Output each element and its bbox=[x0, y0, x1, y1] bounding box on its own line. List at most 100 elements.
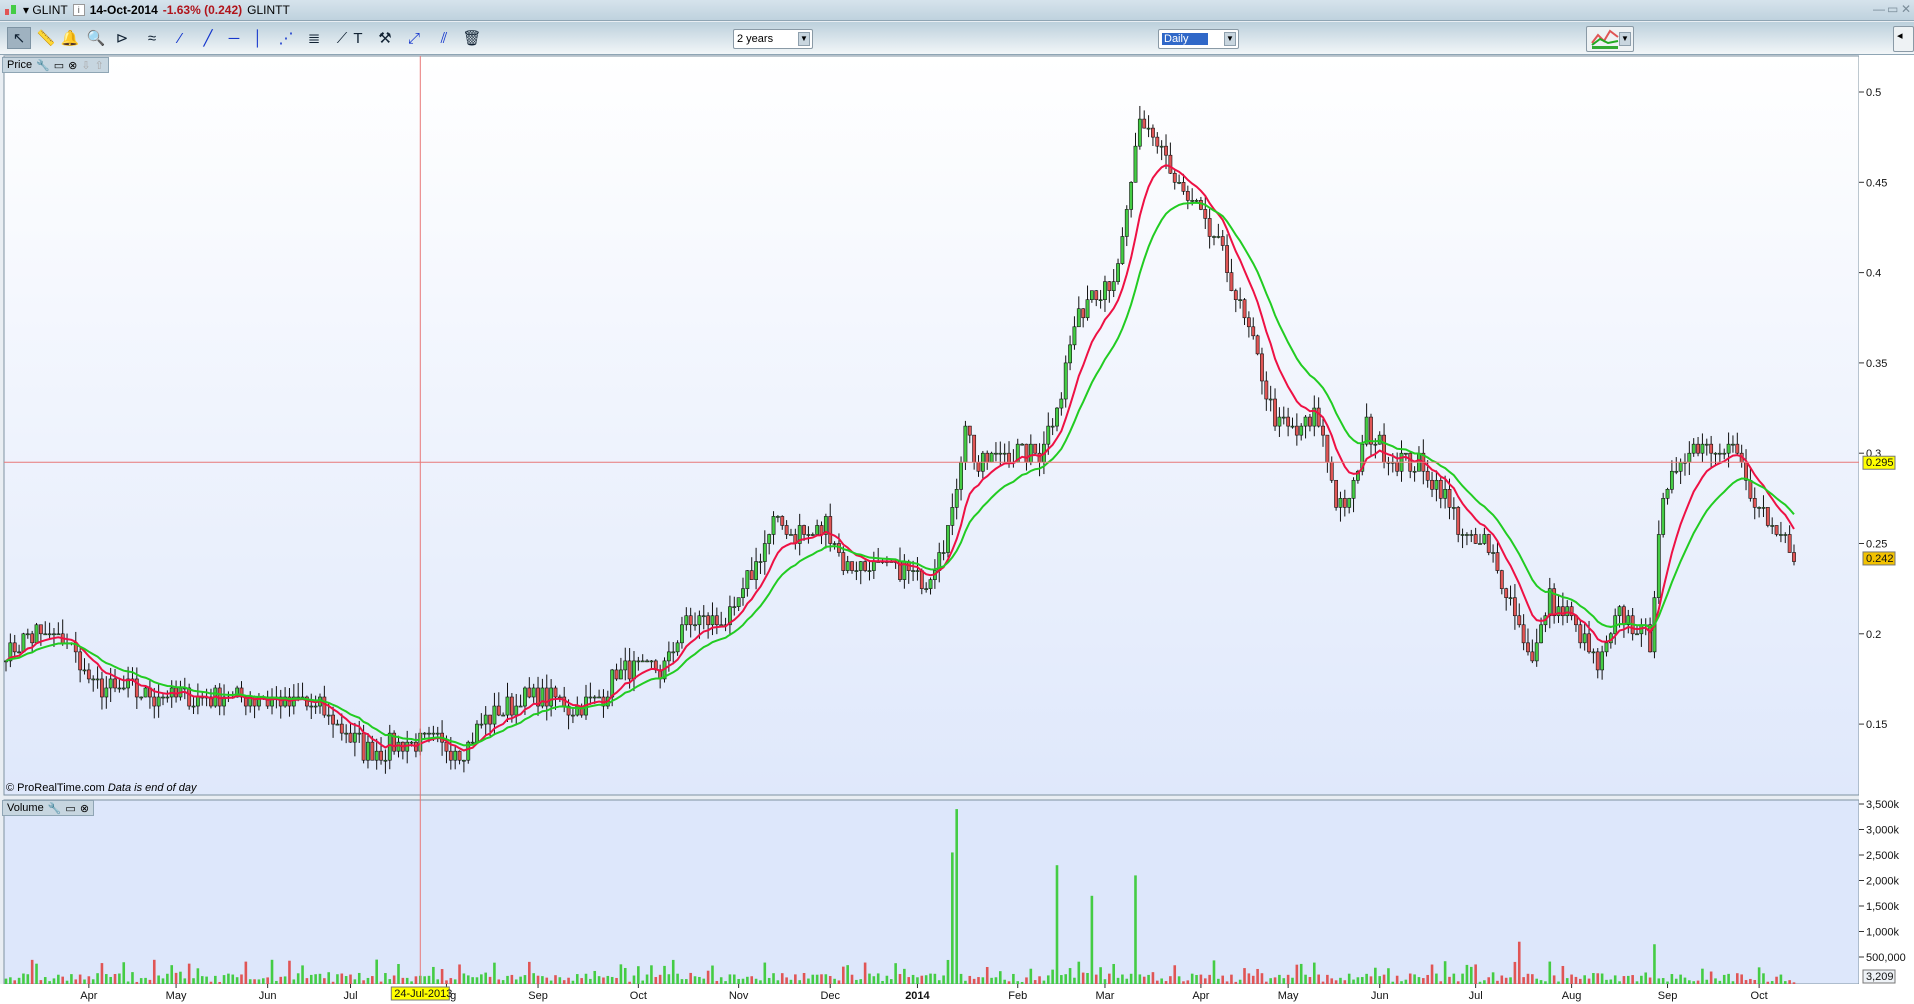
month-label: Oct bbox=[630, 990, 647, 1002]
volume-bar bbox=[532, 973, 535, 984]
candle-body bbox=[1268, 398, 1273, 401]
volume-bar bbox=[859, 979, 863, 984]
vertical-line-icon[interactable]: │ bbox=[246, 27, 270, 49]
candle-body bbox=[100, 678, 104, 698]
volume-bar bbox=[1696, 980, 1700, 984]
period-select[interactable]: 2 years ▼ bbox=[733, 29, 813, 49]
window-icon[interactable]: ▭ bbox=[54, 59, 64, 72]
volume-bar bbox=[318, 973, 322, 984]
candle-body bbox=[1377, 434, 1382, 445]
volume-panel bbox=[3, 799, 1860, 985]
ticker-dropdown[interactable]: ▾ GLINT bbox=[23, 3, 68, 17]
window-icon[interactable]: ▭ bbox=[65, 802, 75, 815]
volume-bar bbox=[759, 980, 762, 984]
candle-body bbox=[523, 687, 527, 707]
month-label: Jul bbox=[343, 990, 357, 1002]
minimize-icon[interactable]: — bbox=[1873, 2, 1885, 16]
volume-bar bbox=[990, 977, 993, 984]
candle-body bbox=[1181, 182, 1186, 192]
volume-bar bbox=[999, 971, 1002, 984]
volume-bar bbox=[1792, 982, 1796, 984]
volume-bar bbox=[235, 977, 239, 984]
channel-icon[interactable]: ≈ bbox=[140, 27, 164, 49]
price-panel-header: Price 🔧 ▭ ⊗ ⇩ ⇧ bbox=[2, 57, 109, 73]
alert-bell-icon[interactable]: 🔔 bbox=[58, 27, 82, 49]
candle-body bbox=[156, 696, 161, 707]
line-icon[interactable]: ╱ bbox=[196, 27, 220, 49]
candle-body bbox=[1111, 281, 1116, 291]
candle-body bbox=[1617, 606, 1622, 617]
close-icon[interactable]: ✕ bbox=[1901, 2, 1911, 16]
candle-body bbox=[1273, 398, 1277, 427]
candle-body bbox=[1735, 443, 1740, 454]
candle-body bbox=[1194, 200, 1199, 202]
volume-bar bbox=[1517, 941, 1521, 984]
candle-body bbox=[1430, 479, 1434, 490]
volume-bar bbox=[855, 979, 858, 984]
measure-icon[interactable]: ⤢ bbox=[402, 27, 426, 49]
candle-body bbox=[592, 696, 597, 699]
month-label: Sep bbox=[1658, 990, 1678, 1002]
text-icon[interactable]: T bbox=[346, 27, 370, 49]
candle-body bbox=[544, 687, 549, 707]
candle-body bbox=[976, 461, 981, 472]
candle-body bbox=[518, 705, 523, 708]
move-down-icon[interactable]: ⇩ bbox=[81, 59, 90, 72]
candle-body bbox=[1486, 534, 1491, 553]
wrench-icon[interactable]: 🔧 bbox=[36, 59, 50, 72]
volume-bar bbox=[1073, 977, 1076, 984]
candle-body bbox=[335, 723, 340, 726]
close-panel-icon[interactable]: ⊗ bbox=[80, 802, 89, 815]
volume-bar bbox=[964, 980, 967, 984]
volume-bar bbox=[597, 976, 601, 984]
volume-tick-label: 2,000k bbox=[1866, 876, 1900, 888]
candle-body bbox=[810, 534, 815, 536]
volume-bar bbox=[846, 965, 849, 984]
candle-body bbox=[623, 660, 628, 671]
fibonacci-icon[interactable]: ≣ bbox=[302, 27, 326, 49]
candle-body bbox=[409, 741, 414, 744]
volume-bar bbox=[820, 974, 823, 984]
candle-body bbox=[850, 561, 854, 571]
zoom-icon[interactable]: 🔍 bbox=[84, 27, 108, 49]
parallel-icon[interactable]: ⫽ bbox=[432, 27, 456, 49]
candle-body bbox=[571, 714, 575, 717]
trash-icon[interactable]: 🗑 bbox=[460, 27, 484, 49]
volume-bar bbox=[741, 978, 745, 984]
volume-bar bbox=[1347, 973, 1351, 984]
candle-body bbox=[1207, 218, 1212, 237]
candle-body bbox=[1007, 452, 1011, 463]
volume-bar bbox=[615, 977, 618, 984]
volume-bar bbox=[1613, 975, 1617, 984]
move-up-icon[interactable]: ⇧ bbox=[95, 59, 104, 72]
month-label: Apr bbox=[80, 990, 97, 1002]
volume-bar bbox=[432, 966, 435, 984]
wrench-icon[interactable]: 🔧 bbox=[48, 802, 62, 815]
pointer-icon[interactable]: ↖ bbox=[7, 27, 31, 49]
restore-icon[interactable]: ▭ bbox=[1887, 2, 1898, 16]
volume-bar bbox=[632, 975, 636, 984]
interval-select[interactable]: Daily ▼ bbox=[1158, 29, 1239, 49]
candle-body bbox=[313, 705, 318, 708]
candle-body bbox=[789, 534, 793, 536]
triangle-pattern-icon[interactable]: ⊳ bbox=[110, 27, 134, 49]
indicators-button[interactable]: ▼ bbox=[1586, 26, 1634, 52]
horizontal-line-icon[interactable]: ─ bbox=[222, 27, 246, 49]
volume-bar bbox=[1256, 968, 1259, 984]
scroll-tools-button[interactable]: ◂ bbox=[1893, 26, 1914, 52]
tools-icon[interactable]: ⚒ bbox=[373, 27, 397, 49]
segment-icon[interactable]: ⁄ bbox=[168, 27, 192, 49]
ruler-icon[interactable]: 📏 bbox=[34, 27, 58, 49]
close-panel-icon[interactable]: ⊗ bbox=[68, 59, 77, 72]
volume-bar bbox=[567, 977, 570, 984]
quote-date: 14-Oct-2014 bbox=[89, 3, 158, 17]
chart-area[interactable]: 0.50.450.40.350.30.250.20.153,500k3,000k… bbox=[0, 55, 1914, 1004]
volume-bar bbox=[445, 980, 448, 984]
candle-body bbox=[38, 624, 43, 635]
fan-icon[interactable]: ⋰ bbox=[274, 27, 298, 49]
volume-bar bbox=[497, 979, 501, 984]
info-icon[interactable]: i bbox=[72, 4, 85, 16]
volume-bar bbox=[148, 979, 152, 984]
volume-bar bbox=[798, 980, 801, 984]
volume-bar bbox=[384, 973, 387, 984]
